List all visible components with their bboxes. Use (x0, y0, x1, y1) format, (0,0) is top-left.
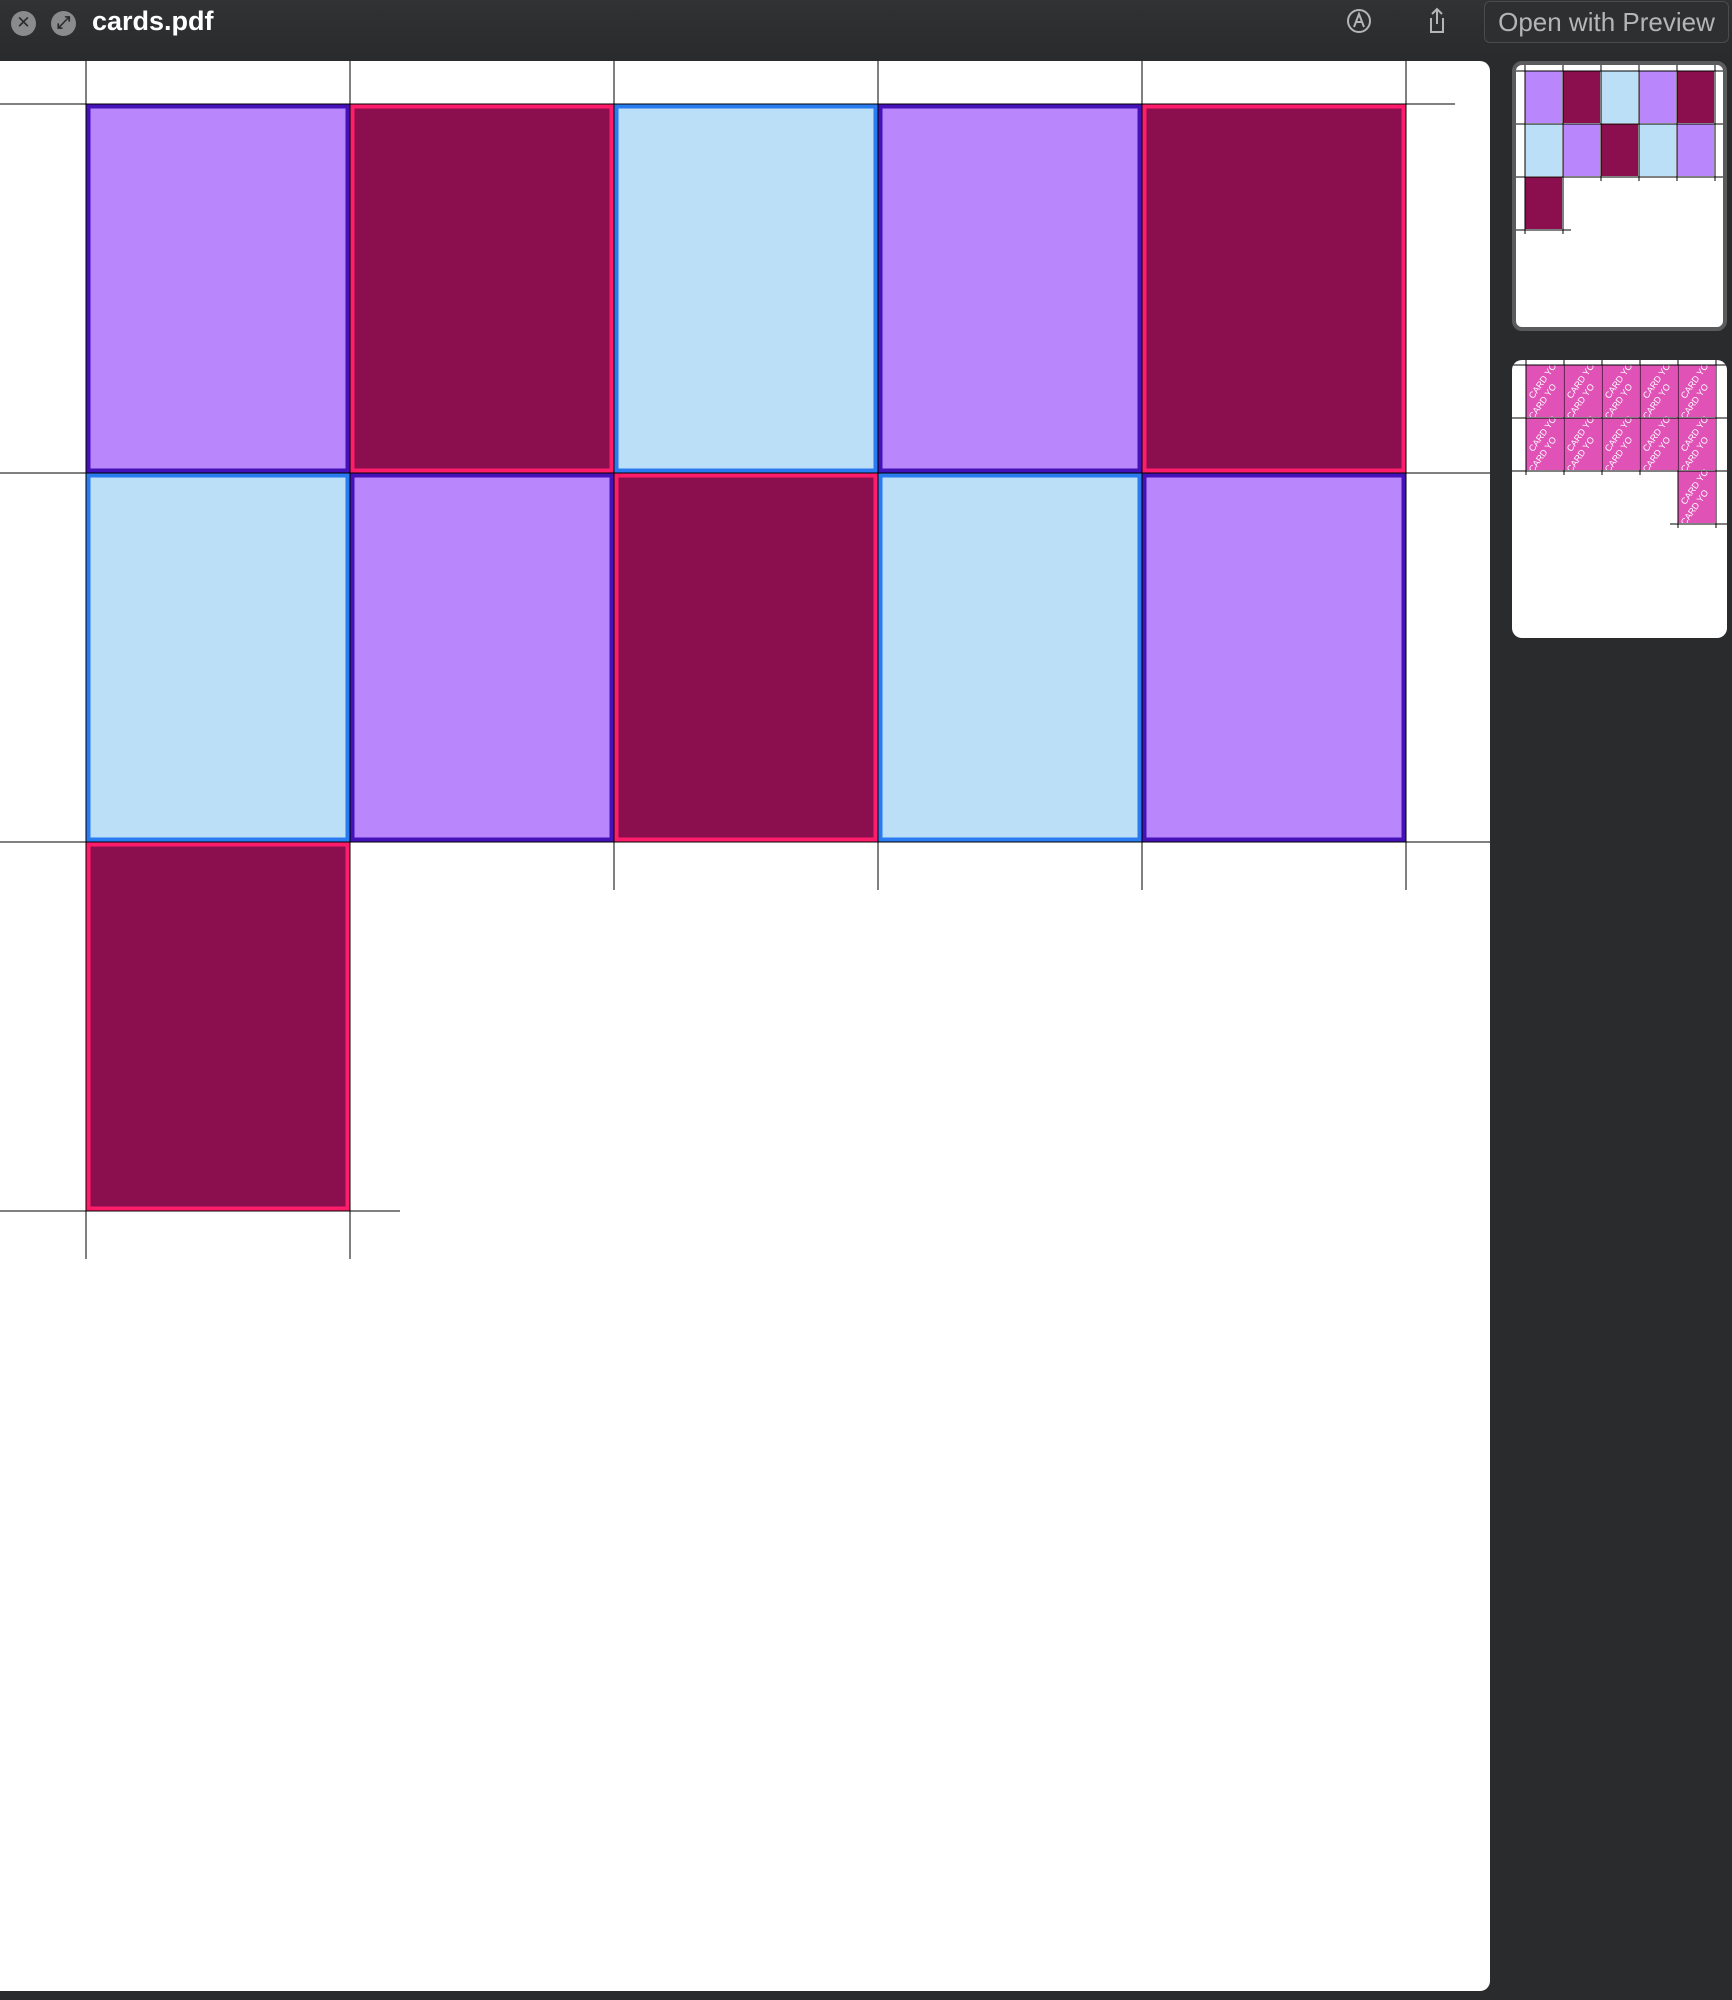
fullscreen-button[interactable]: ⤢ (51, 11, 76, 36)
thumb-card-maroon (1563, 71, 1600, 123)
thumb-card-purple (1677, 124, 1714, 176)
thumb-card-maroon (1601, 124, 1638, 176)
card-maroon (86, 842, 350, 1211)
card-purple (86, 104, 350, 473)
open-with-preview-label: Open with Preview (1498, 7, 1715, 37)
thumb-card-purple (1563, 124, 1600, 176)
title-bar: ✕ ⤢ cards.pdf Open with Preview (0, 0, 1732, 56)
page-thumbnail-2[interactable]: CARD YO CARD YO CARD YO CARD YO CARD YO CARD … (1512, 360, 1727, 638)
card-purple (878, 104, 1142, 473)
card-sheet (0, 61, 1490, 1259)
page-thumbnail-1[interactable] (1512, 61, 1727, 331)
card-purple (350, 473, 614, 842)
card-blue (878, 473, 1142, 842)
open-with-preview-button[interactable]: Open with Preview (1484, 1, 1729, 43)
share-icon[interactable] (1422, 6, 1452, 36)
markup-pen-icon[interactable] (1344, 6, 1374, 36)
card-maroon (350, 104, 614, 473)
thumbnail-1-preview (1516, 65, 1723, 234)
card-maroon (1142, 104, 1406, 473)
card-purple (1142, 473, 1406, 842)
thumb-card-maroon (1525, 177, 1562, 229)
thumb-card-purple (1525, 71, 1562, 123)
card-maroon (614, 473, 878, 842)
thumb-card-blue (1601, 71, 1638, 123)
document-page[interactable] (0, 61, 1490, 1991)
thumb-card-maroon (1677, 71, 1714, 123)
fullscreen-icon: ⤢ (56, 13, 71, 33)
thumbnail-2-preview: CARD YOCARD YOCARD YOCARD YOCARD YOCARD … (1512, 360, 1727, 528)
window-title: cards.pdf (92, 6, 214, 36)
close-icon: ✕ (16, 13, 31, 33)
close-button[interactable]: ✕ (11, 11, 36, 36)
card-blue (86, 473, 350, 842)
card-blue (614, 104, 878, 473)
thumb-card-blue (1525, 124, 1562, 176)
thumb-card-blue (1639, 124, 1676, 176)
thumb-card-purple (1639, 71, 1676, 123)
